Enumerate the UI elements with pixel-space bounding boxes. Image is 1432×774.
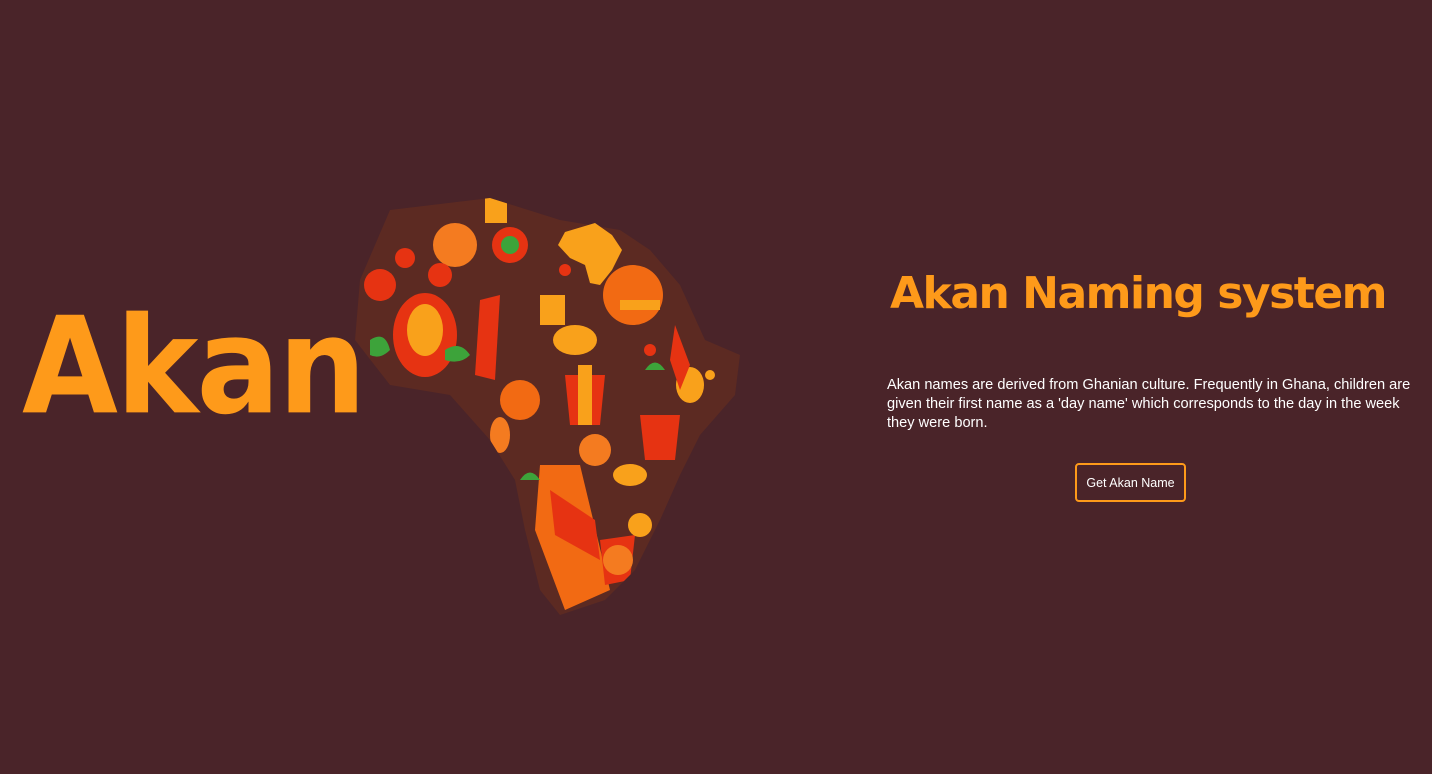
landing-page: Akan Akan Naming system Akan names are d…: [0, 0, 1432, 774]
africa-culture-map-illustration: [355, 198, 740, 615]
get-akan-name-button[interactable]: Get Akan Name: [1075, 463, 1186, 502]
description-text: Akan names are derived from Ghanian cult…: [887, 377, 1411, 431]
page-title: Akan Naming system: [890, 268, 1388, 319]
brand-logo: Akan: [22, 289, 366, 445]
